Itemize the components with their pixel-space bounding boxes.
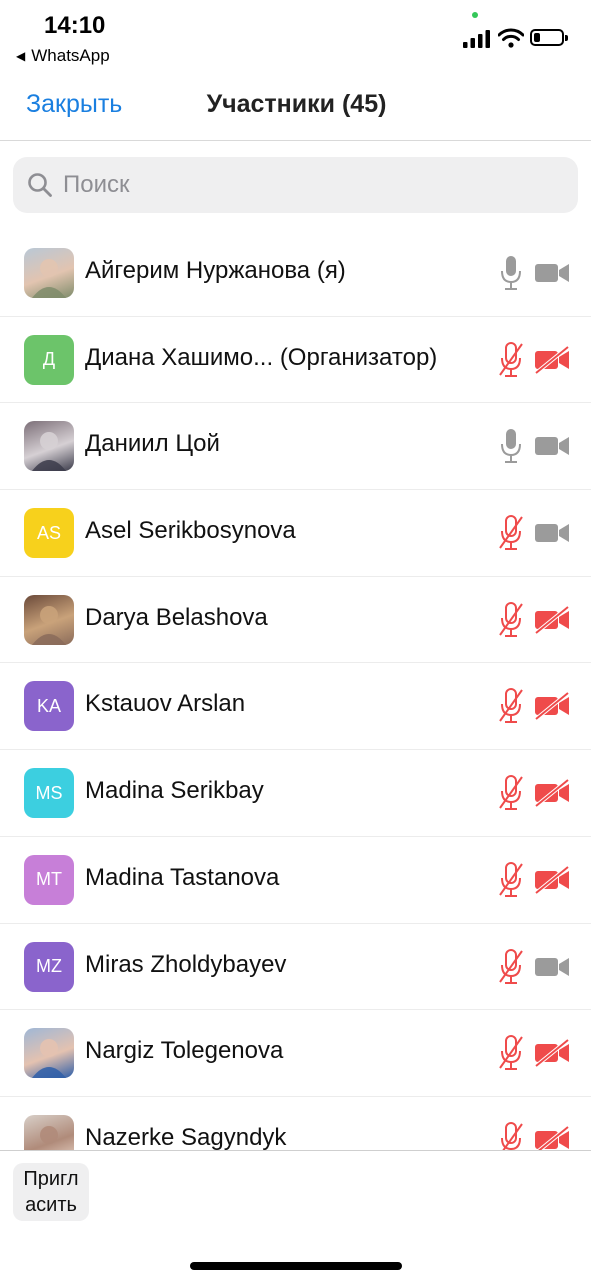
participant-row[interactable]: KA Kstauov Arslan bbox=[0, 663, 591, 751]
cellular-signal-icon bbox=[463, 30, 490, 48]
participant-row[interactable]: MT Madina Tastanova bbox=[0, 837, 591, 924]
participant-list[interactable]: Айгерим Нуржанова (я) Д Диана Хашимо... (… bbox=[0, 230, 591, 1150]
page-title: Участники (45) bbox=[206, 90, 387, 118]
wifi-icon bbox=[498, 28, 524, 48]
mic-icon[interactable] bbox=[498, 254, 524, 292]
participant-name: Miras Zholdybayev bbox=[85, 950, 287, 978]
participant-row[interactable]: Д Диана Хашимо... (Организатор) bbox=[0, 317, 591, 404]
participant-name: Nazerke Sagyndyk bbox=[85, 1123, 287, 1150]
video-off-icon[interactable] bbox=[534, 1039, 570, 1068]
participant-name: Madina Serikbay bbox=[85, 777, 264, 805]
back-triangle-icon: ◀ bbox=[16, 49, 26, 63]
mic-muted-icon[interactable] bbox=[498, 1034, 524, 1072]
mic-muted-icon[interactable] bbox=[498, 687, 524, 725]
avatar bbox=[24, 248, 74, 298]
video-off-icon[interactable] bbox=[534, 1125, 570, 1150]
back-to-app-link[interactable]: ◀ WhatsApp bbox=[16, 46, 110, 66]
mic-muted-icon[interactable] bbox=[498, 774, 524, 812]
video-icon[interactable] bbox=[534, 519, 570, 547]
back-app-label: WhatsApp bbox=[31, 46, 110, 65]
video-off-icon[interactable] bbox=[534, 345, 570, 374]
participant-name: Айгерим Нуржанова (я) bbox=[85, 257, 346, 284]
invite-label-line1: Пригл bbox=[23, 1168, 79, 1190]
participant-row[interactable]: MS Madina Serikbay bbox=[0, 750, 591, 837]
participant-name: Darya Belashova bbox=[85, 603, 268, 631]
avatar: AS bbox=[24, 508, 74, 559]
participant-name: Kstauov Arslan bbox=[85, 690, 246, 718]
battery-icon bbox=[530, 29, 568, 46]
mic-muted-icon[interactable] bbox=[498, 948, 524, 986]
avatar: KA bbox=[24, 681, 74, 732]
video-off-icon[interactable] bbox=[534, 779, 570, 808]
search-bar[interactable] bbox=[13, 157, 578, 213]
video-off-icon[interactable] bbox=[534, 865, 570, 894]
avatar: MS bbox=[24, 768, 74, 819]
participant-row[interactable]: Айгерим Нуржанова (я) bbox=[0, 230, 591, 317]
participant-row[interactable]: MZ Miras Zholdybayev bbox=[0, 924, 591, 1011]
participant-name: Даниил Цой bbox=[85, 430, 220, 458]
search-input[interactable] bbox=[61, 170, 545, 200]
participant-name: Диана Хашимо... (Организатор) bbox=[85, 343, 438, 371]
privacy-indicator-dot bbox=[472, 12, 478, 18]
mic-muted-icon[interactable] bbox=[498, 341, 524, 379]
avatar: MT bbox=[24, 854, 74, 905]
video-off-icon[interactable] bbox=[534, 692, 570, 721]
search-icon bbox=[28, 173, 52, 197]
mic-muted-icon[interactable] bbox=[498, 514, 524, 552]
participant-name: Asel Serikbosynova bbox=[85, 517, 296, 545]
avatar bbox=[24, 1114, 74, 1150]
avatar bbox=[24, 421, 74, 472]
avatar bbox=[24, 594, 74, 645]
mic-muted-icon[interactable] bbox=[498, 1121, 524, 1150]
participant-row[interactable]: Darya Belashova bbox=[0, 577, 591, 664]
avatar bbox=[24, 1028, 74, 1079]
invite-button[interactable]: Пригл асить bbox=[13, 1163, 89, 1221]
video-off-icon[interactable] bbox=[534, 605, 570, 634]
participant-row[interactable]: Nargiz Tolegenova bbox=[0, 1010, 591, 1097]
video-icon[interactable] bbox=[534, 259, 570, 287]
participant-name: Nargiz Tolegenova bbox=[85, 1037, 284, 1065]
invite-label-line2: асить bbox=[25, 1194, 77, 1216]
avatar: Д bbox=[24, 334, 74, 385]
status-time: 14:10 bbox=[44, 12, 106, 39]
status-bar: 14:10 ◀ WhatsApp bbox=[0, 0, 591, 70]
participant-row[interactable]: AS Asel Serikbosynova bbox=[0, 490, 591, 577]
video-icon[interactable] bbox=[534, 953, 570, 981]
video-icon[interactable] bbox=[534, 432, 570, 460]
mic-muted-icon[interactable] bbox=[498, 861, 524, 899]
participant-row[interactable]: Даниил Цой bbox=[0, 403, 591, 491]
participant-name: Madina Tastanova bbox=[85, 863, 280, 891]
navigation-bar: Закрыть Участники (45) bbox=[0, 70, 591, 141]
mic-muted-icon[interactable] bbox=[498, 601, 524, 639]
home-indicator[interactable] bbox=[190, 1262, 402, 1270]
mic-icon[interactable] bbox=[498, 427, 524, 465]
participant-row[interactable]: Nazerke Sagyndyk bbox=[0, 1097, 591, 1150]
avatar: MZ bbox=[24, 941, 74, 992]
